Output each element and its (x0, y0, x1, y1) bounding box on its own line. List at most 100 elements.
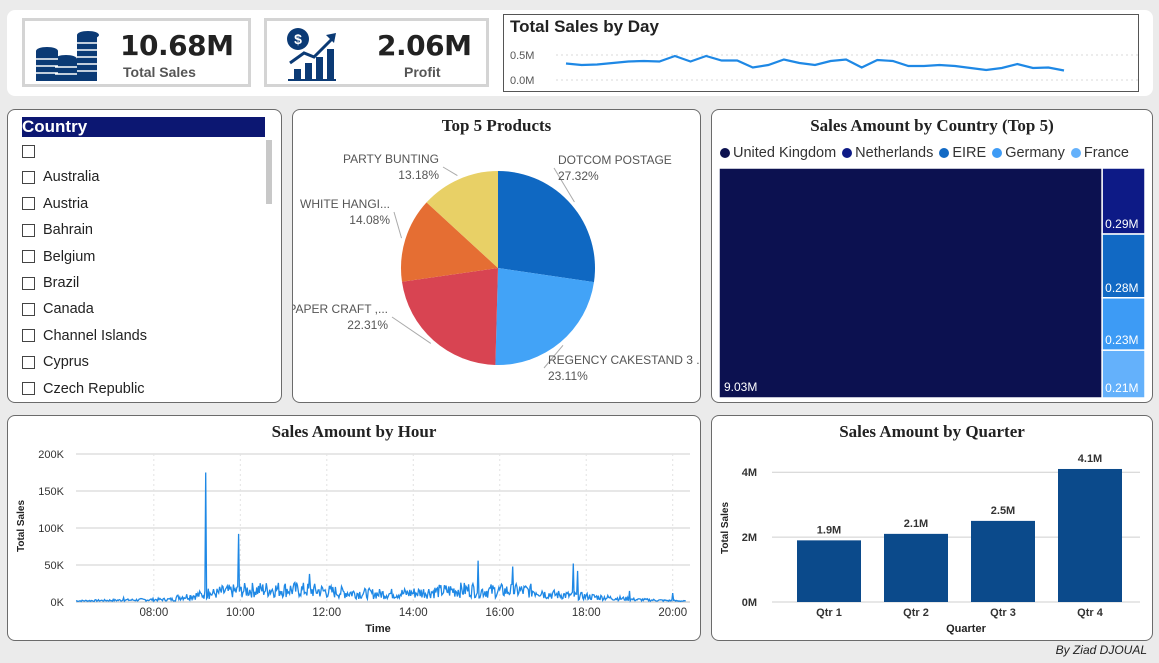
bar-value-label: 2.1M (904, 518, 928, 530)
y-tick-label: 4M (742, 467, 757, 479)
x-tick-label: Qtr 3 (990, 607, 1016, 619)
y-axis-title: Total Sales (16, 500, 27, 552)
country-sales-panel: Sales Amount by Country (Top 5) United K… (711, 109, 1153, 403)
total-sales-card: 10.68M Total Sales (22, 18, 251, 87)
quarter-sales-chart: 0M 2M 4M 1.9M Qtr 1 2.1M Qtr 2 2.5M Qtr 3 4.1M Qtr… (720, 453, 1140, 635)
x-tick-label: 08:00 (139, 607, 168, 619)
pie-leader-line (393, 211, 403, 239)
footer-credit: By Ziad DJOUAL (1055, 643, 1147, 657)
slicer-item[interactable]: Bahrain (22, 219, 93, 241)
svg-text:$: $ (294, 31, 302, 47)
slicer-checkbox[interactable] (22, 302, 35, 316)
pie-slice-label: WHITE HANGI... (300, 197, 390, 211)
x-tick-label: 18:00 (572, 607, 601, 619)
x-tick-label: Qtr 2 (903, 607, 929, 619)
slicer-item-label: Cyprus (43, 354, 89, 371)
slicer-item[interactable]: Austria (22, 193, 88, 215)
pie-slice (401, 268, 498, 365)
x-tick-label: 12:00 (312, 607, 341, 619)
pie-slice-value: 22.31% (347, 318, 388, 332)
slicer-checkbox[interactable] (22, 329, 35, 343)
bar-value-label: 1.9M (817, 524, 841, 536)
y-tick-label: 50K (44, 560, 64, 572)
pie-slice-value: 14.08% (349, 213, 390, 227)
slicer-item-label: Bahrain (43, 222, 93, 239)
slicer-item-label: Canada (43, 301, 94, 318)
quarter-bar (1058, 468, 1122, 602)
coin-stack-icon (36, 31, 99, 81)
pie-slice-label: REGENCY CAKESTAND 3 ... (548, 353, 700, 367)
x-tick-label: Qtr 4 (1077, 607, 1104, 619)
pie-slice-value: 13.18% (398, 168, 439, 182)
slicer-item-label: Belgium (43, 248, 96, 265)
pie-slice-value: 27.32% (558, 169, 599, 183)
pie-slice-label: PARTY BUNTING (343, 152, 439, 166)
bar-value-label: 2.5M (991, 505, 1015, 517)
slicer-item[interactable]: Canada (22, 298, 94, 320)
quarter-bar (971, 520, 1035, 602)
slicer-item[interactable]: Australia (22, 166, 99, 188)
quarter-sales-panel: Sales Amount by Quarter 0M 2M 4M 1.9M Qtr 12… (711, 415, 1153, 641)
country-treemap: 9.03M 0.29M 0.28M 0.23M 0.21M (718, 167, 1146, 399)
treemap-value-label: 0.29M (1105, 217, 1138, 231)
top-products-panel: Top 5 Products DOTCOM POSTAGE 27.32% REGEN… (292, 109, 701, 403)
total-sales-label: Total Sales (123, 64, 196, 80)
y-tick-label: 0.0M (510, 75, 534, 87)
treemap-value-label: 0.23M (1105, 333, 1138, 347)
slicer-checkbox[interactable] (22, 355, 35, 369)
y-tick-label: 200K (38, 449, 64, 461)
hourly-sales-line (75, 472, 686, 603)
treemap-value-label: 0.28M (1105, 281, 1138, 295)
x-tick-label: 10:00 (226, 607, 255, 619)
x-axis-title: Time (365, 623, 390, 635)
hourly-sales-panel: Sales Amount by Hour 0K 50K 100K 150K 200K 08… (7, 415, 701, 641)
slicer-checkbox[interactable] (22, 197, 35, 211)
pie-leader-line (442, 166, 458, 176)
slicer-item[interactable]: Belgium (22, 246, 95, 268)
slicer-checkbox[interactable] (22, 382, 35, 396)
pie-slice (498, 171, 595, 283)
slicer-item[interactable]: Brazil (22, 272, 79, 294)
slicer-item-label: Australia (43, 169, 100, 186)
x-axis-title: Quarter (946, 623, 986, 635)
bar-value-label: 4.1M (1078, 453, 1102, 465)
slicer-checkbox[interactable] (22, 250, 35, 264)
profit-card: $ 2.06M Profit (264, 18, 489, 87)
y-tick-label: 2M (742, 532, 757, 544)
hourly-sales-chart: 0K 50K 100K 150K 200K 08:00 10:00 12:00 14:00 16:… (16, 449, 690, 635)
treemap-value-label: 0.21M (1105, 381, 1138, 395)
treemap-cell (718, 167, 1103, 399)
slicer-checkbox[interactable] (22, 170, 35, 184)
pie-slice-value: 23.11% (548, 369, 588, 383)
profit-growth-icon: $ (287, 28, 336, 81)
y-tick-label: 0M (742, 597, 757, 609)
treemap-value-label: 9.03M (724, 380, 757, 394)
quarter-bar (884, 533, 948, 602)
slicer-item[interactable]: Channel Islands (22, 325, 147, 347)
pie-slice-label: DOTCOM POSTAGE (558, 153, 672, 167)
pie-slice-label: PAPER CRAFT ,... (293, 302, 388, 316)
sales-by-day-card: Total Sales by Day 0.5M 0.0M (503, 14, 1139, 92)
y-tick-label: 0K (51, 597, 65, 609)
slicer-item[interactable]: Czech Republic (22, 378, 145, 400)
y-axis-title: Total Sales (720, 502, 731, 554)
slicer-item-label: Czech Republic (43, 380, 145, 397)
top-products-pie: DOTCOM POSTAGE 27.32% REGENCY CAKESTAND 3 … (293, 152, 700, 383)
slicer-checkbox[interactable] (22, 223, 35, 237)
quarter-bar (797, 540, 861, 602)
x-tick-label: 14:00 (399, 607, 428, 619)
slicer-checkbox[interactable] (22, 276, 35, 290)
slicer-item-label: Channel Islands (43, 327, 147, 344)
x-tick-label: 16:00 (485, 607, 514, 619)
slicer-scrollbar[interactable] (266, 140, 272, 204)
x-tick-label: 20:00 (658, 607, 687, 619)
slicer-title: Country (22, 117, 265, 137)
total-sales-value: 10.68M (120, 29, 234, 62)
y-tick-label: 0.5M (510, 50, 534, 62)
y-tick-label: 150K (38, 486, 64, 498)
y-tick-label: 100K (38, 523, 64, 535)
sales-by-day-chart: 0.5M 0.0M (510, 50, 1138, 87)
slicer-checkbox[interactable] (22, 144, 35, 158)
slicer-item[interactable]: Cyprus (22, 351, 89, 373)
slicer-item[interactable] (22, 140, 43, 162)
